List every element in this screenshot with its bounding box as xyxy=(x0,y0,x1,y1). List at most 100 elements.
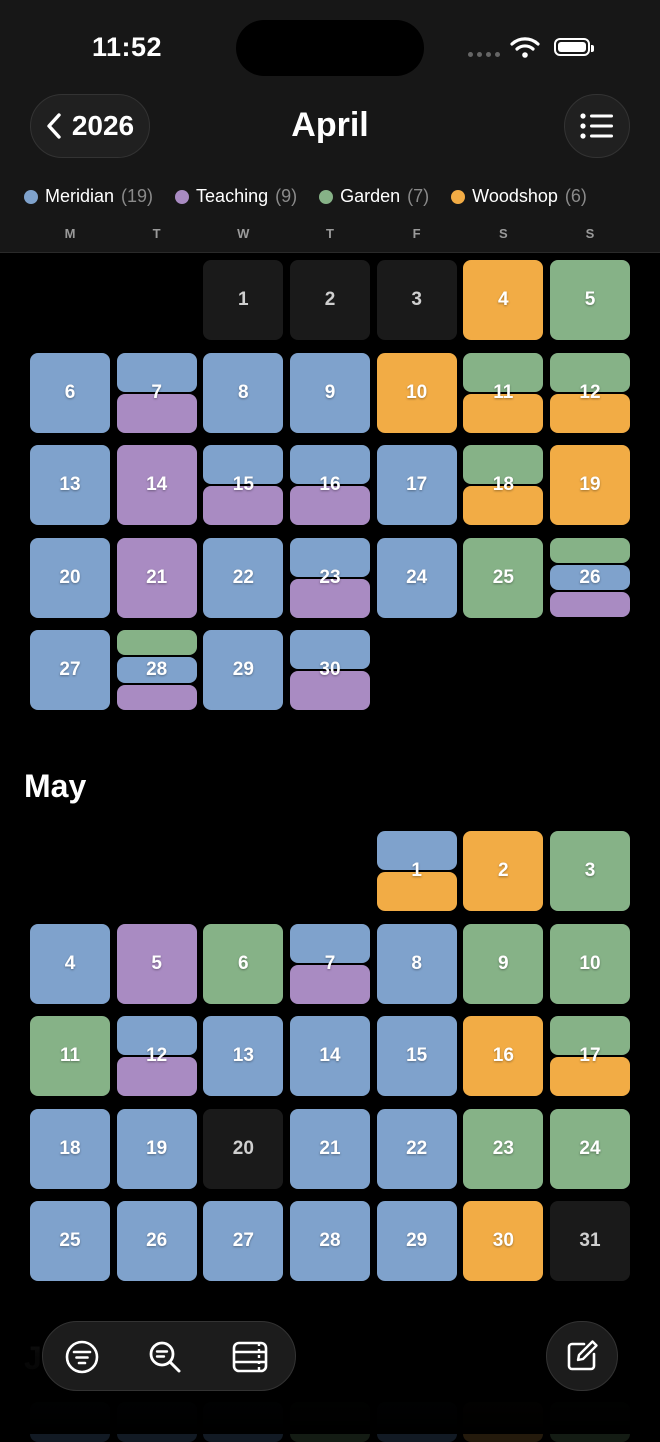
day-number: 15 xyxy=(232,474,254,495)
day-cell[interactable]: 16 xyxy=(463,1016,544,1096)
day-cell[interactable]: 23 xyxy=(290,537,370,618)
day-cell[interactable]: 22 xyxy=(203,537,284,618)
legend-item-woodshop[interactable]: Woodshop (6) xyxy=(451,186,587,207)
day-cell[interactable]: 9 xyxy=(463,923,544,1004)
day-number: 26 xyxy=(146,1230,168,1251)
day-cell[interactable]: 20 xyxy=(203,1108,284,1189)
day-cell[interactable]: 27 xyxy=(203,1201,284,1281)
day-cell[interactable]: 1 xyxy=(376,831,457,911)
day-cell[interactable]: 28 xyxy=(116,630,197,710)
day-cell[interactable]: 25 xyxy=(463,537,544,618)
day-cell[interactable]: 8 xyxy=(376,923,457,1004)
day-cell[interactable]: 8 xyxy=(203,352,284,433)
day-number: 6 xyxy=(238,952,249,974)
day-cell[interactable]: 21 xyxy=(290,1108,370,1189)
day-number: 24 xyxy=(579,1137,601,1159)
day-cell[interactable]: 18 xyxy=(463,445,544,525)
day-number: 25 xyxy=(59,1230,81,1251)
day-cell[interactable]: 5 xyxy=(116,923,197,1004)
day-cell[interactable]: 17 xyxy=(550,1016,630,1096)
day-cell[interactable]: 24 xyxy=(376,537,457,618)
compose-icon xyxy=(567,1340,598,1371)
day-number: 14 xyxy=(319,1045,341,1066)
day-cell[interactable]: 21 xyxy=(116,537,197,618)
day-number: 19 xyxy=(146,1137,168,1159)
day-cell[interactable]: 1 xyxy=(203,260,284,340)
day-cell[interactable]: 31 xyxy=(550,1201,630,1281)
day-cell[interactable]: 3 xyxy=(376,260,457,340)
day-cell[interactable]: 11 xyxy=(463,352,544,433)
day-cell[interactable]: 26 xyxy=(550,537,630,618)
day-cell[interactable]: 12 xyxy=(550,352,630,433)
list-view-button[interactable] xyxy=(564,94,630,158)
day-cell[interactable]: 9 xyxy=(290,352,370,433)
day-cell[interactable]: 29 xyxy=(376,1201,457,1281)
filter-button[interactable] xyxy=(60,1335,104,1379)
day-cell[interactable]: 24 xyxy=(550,1108,630,1189)
day-cell[interactable]: 4 xyxy=(30,923,110,1004)
day-cell[interactable]: 14 xyxy=(116,445,197,525)
day-cell[interactable]: 2 xyxy=(290,260,370,340)
day-number: 28 xyxy=(319,1230,341,1251)
day-number: 11 xyxy=(493,381,514,403)
day-cell[interactable]: 22 xyxy=(376,1108,457,1189)
day-number: 17 xyxy=(579,1045,601,1066)
day-cell[interactable]: 30 xyxy=(290,630,370,710)
day-cell[interactable]: 6 xyxy=(30,352,110,433)
view-toggle-button[interactable] xyxy=(229,1335,273,1379)
day-number: 5 xyxy=(151,952,162,974)
legend-color-dot xyxy=(319,189,334,204)
day-cell[interactable]: 10 xyxy=(376,352,457,433)
search-icon xyxy=(149,1341,181,1373)
day-cell[interactable]: 11 xyxy=(30,1016,110,1096)
day-cell[interactable]: 2 xyxy=(463,831,544,911)
day-number: 4 xyxy=(64,952,76,974)
day-number: 27 xyxy=(232,1230,254,1251)
day-cell[interactable]: 26 xyxy=(116,1201,197,1281)
day-cell[interactable]: 28 xyxy=(290,1201,370,1281)
compose-button[interactable] xyxy=(546,1321,618,1391)
day-number: 1 xyxy=(238,289,249,310)
day-cell[interactable]: 27 xyxy=(30,630,110,710)
day-cell[interactable]: 23 xyxy=(463,1108,544,1189)
day-cell[interactable]: 15 xyxy=(376,1016,457,1096)
day-cell[interactable]: 16 xyxy=(290,445,370,525)
day-cell[interactable]: 14 xyxy=(290,1016,370,1096)
day-number: 9 xyxy=(324,381,336,403)
day-cell[interactable]: 7 xyxy=(290,923,370,1004)
weekday-label: M xyxy=(64,226,76,241)
day-number: 1 xyxy=(411,860,422,881)
list-icon xyxy=(580,113,613,139)
day-cell[interactable]: 25 xyxy=(30,1201,110,1281)
legend-item-meridian[interactable]: Meridian (19) xyxy=(24,186,153,207)
day-cell[interactable]: 15 xyxy=(203,445,284,525)
page-title: April xyxy=(291,106,369,144)
day-cell[interactable]: 3 xyxy=(550,831,630,911)
day-number: 8 xyxy=(411,952,422,974)
day-cell[interactable]: 6 xyxy=(203,923,284,1004)
dynamic-island xyxy=(236,20,424,76)
day-cell[interactable]: 19 xyxy=(550,445,630,525)
day-cell[interactable]: 13 xyxy=(30,445,110,525)
day-cell[interactable]: 19 xyxy=(116,1108,197,1189)
day-cell[interactable]: 12 xyxy=(116,1016,197,1096)
legend-item-garden[interactable]: Garden (7) xyxy=(319,186,429,207)
status-time: 11:52 xyxy=(92,32,163,62)
day-number: 10 xyxy=(406,381,428,403)
day-number: 13 xyxy=(232,1045,254,1066)
day-number: 20 xyxy=(59,566,81,588)
day-cell[interactable]: 10 xyxy=(550,923,630,1004)
day-number: 12 xyxy=(579,381,601,403)
day-cell[interactable]: 20 xyxy=(30,537,110,618)
day-cell[interactable]: 13 xyxy=(203,1016,284,1096)
day-cell[interactable]: 29 xyxy=(203,630,284,710)
day-cell[interactable]: 4 xyxy=(463,260,544,340)
day-cell[interactable]: 5 xyxy=(550,260,630,340)
legend-item-teaching[interactable]: Teaching (9) xyxy=(175,186,297,207)
day-cell[interactable]: 30 xyxy=(463,1201,544,1281)
day-cell[interactable]: 18 xyxy=(30,1108,110,1189)
day-cell[interactable]: 17 xyxy=(376,445,457,525)
day-number: 23 xyxy=(492,1137,514,1159)
day-cell[interactable]: 7 xyxy=(116,352,197,433)
search-button[interactable] xyxy=(143,1335,187,1379)
